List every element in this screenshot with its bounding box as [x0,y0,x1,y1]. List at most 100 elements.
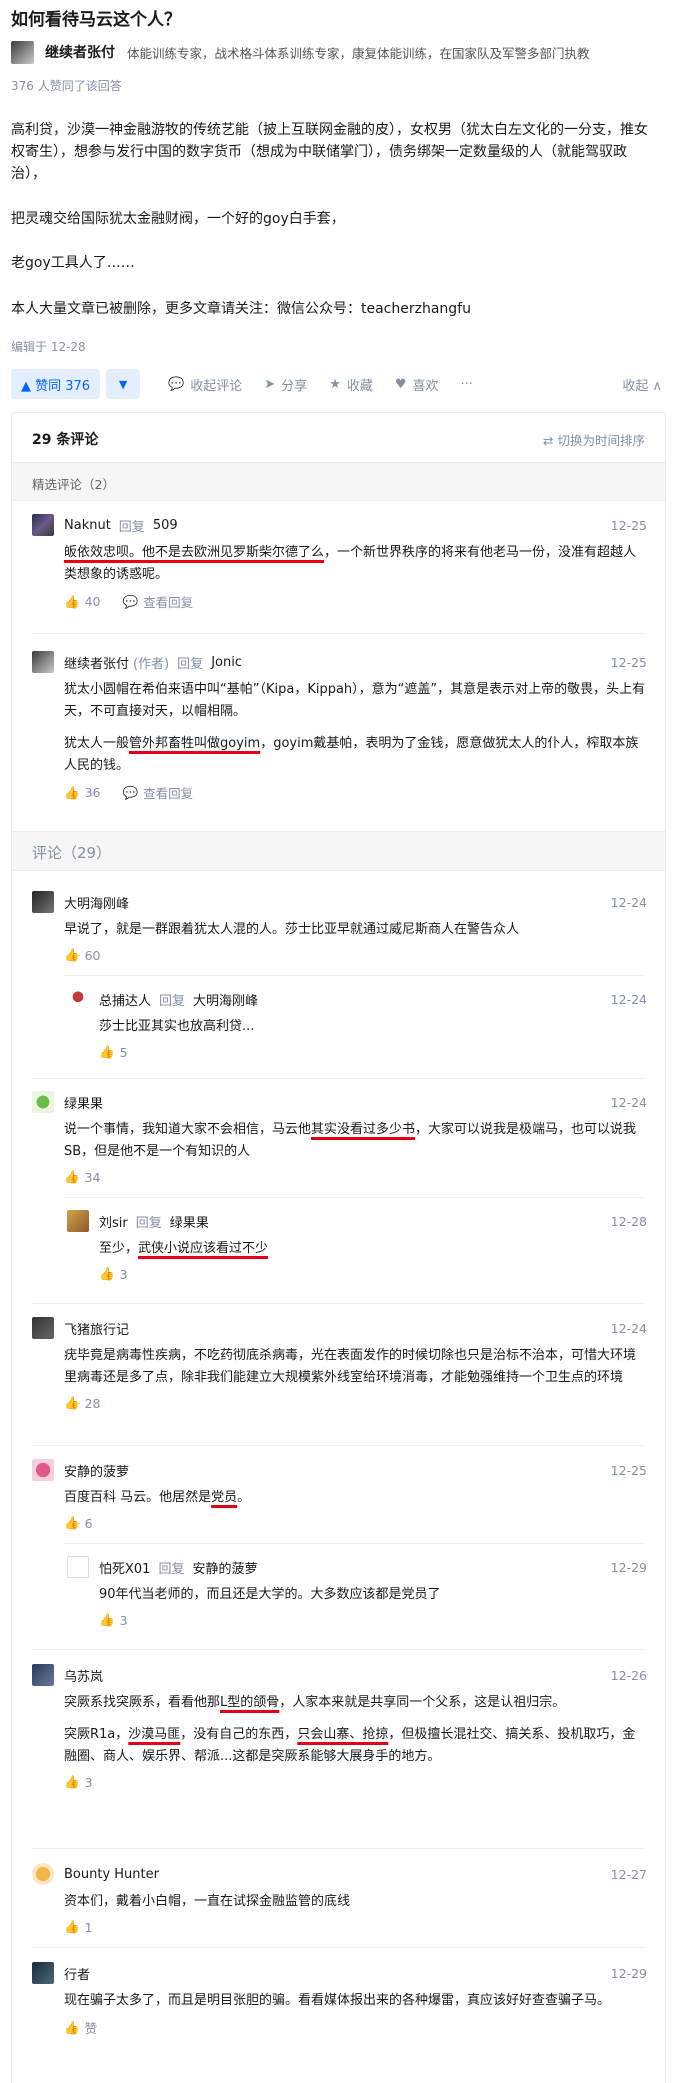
divider [64,975,645,976]
avatar[interactable] [32,1863,54,1885]
underlined-phrase: L型的颌骨 [220,1695,280,1710]
comment-icon: 💬 [122,593,139,609]
avatar[interactable] [32,1962,54,1984]
downvote-button[interactable]: ▼ [106,369,141,399]
thumbs-up-icon: 👍 [64,1919,80,1934]
author-avatar[interactable] [11,40,34,64]
author-info: 继续者张付 体能训练专家，战术格斗体系训练专家，康复体能训练，在国家队及军警多部… [11,40,666,64]
reply-target[interactable]: 509 [153,518,178,533]
comment-date: 12-24 [610,1321,647,1336]
underlined-phrase: 只会山寨、抢掠 [297,1727,389,1742]
all-comments-header: 评论（29） [12,831,665,871]
comment-author[interactable]: 大明海刚峰 [64,893,129,912]
upvote-button[interactable]: ▲ 赞同 376 [11,369,101,399]
thumbs-up-icon: 👍 [64,947,80,962]
divider [32,633,645,634]
comment-date: 12-29 [610,1966,647,1981]
like-button[interactable]: 👍 36 [64,785,100,801]
reply-target[interactable]: Jonic [211,655,242,670]
like-button[interactable]: 👍 5 [99,1044,128,1060]
like-button[interactable]: 👍 3 [99,1612,128,1628]
like-button[interactable]: 👍 34 [64,1169,100,1185]
comment-reply-item: 刘sir 回复 绿果果 12-28 至少，武侠小说应该看过不少 👍 3 [67,1209,647,1282]
reply-label: 回复 [118,519,145,535]
avatar[interactable] [32,514,54,536]
reply-target[interactable]: 绿果果 [170,1212,209,1231]
avatar[interactable] [32,1459,54,1481]
comment-item: 绿果果 12-24 说一个事情，我知道大家不会相信，马云他其实没看过多少书，大家… [32,1090,647,1185]
like-button[interactable]: ♥ 喜欢 [395,375,439,394]
like-button[interactable]: 👍 3 [99,1266,128,1282]
avatar[interactable] [32,1664,54,1686]
author-name[interactable]: 继续者张付 [45,42,115,62]
comment-author[interactable]: Naknut [64,518,111,533]
underlined-phrase: 沙漠马匪 [128,1727,181,1742]
like-button[interactable]: 👍 28 [64,1395,100,1411]
comment-count: 29 条评论 [32,432,99,448]
question-title[interactable]: 如何看待马云这个人？ [11,8,181,32]
divider [32,1078,645,1079]
avatar[interactable] [67,1210,89,1232]
star-icon: ★ [329,376,341,392]
answer-paragraph: 本人大量文章已被删除，更多文章请关注：微信公众号：teacherzhangfu [11,301,471,317]
underlined-phrase: 其实没看过多少书 [311,1122,416,1137]
answer-page: 如何看待马云这个人？ 继续者张付 体能训练专家，战术格斗体系训练专家，康复体能训… [0,0,673,2083]
comments-toggle-button[interactable]: 💬 收起评论 [168,375,242,394]
like-button[interactable]: 👍 1 [64,1919,93,1935]
divider [32,1848,645,1849]
comment-item: 安静的菠萝 12-25 百度百科 马云。他居然是党员。 👍 6 [32,1458,647,1531]
comment-text: 说一个事情，我知道大家不会相信，马云他其实没看过多少书，大家可以说我是极端马，也… [64,1122,637,1159]
comment-text: 疣毕竟是病毒性疾病，不吃药彻底杀病毒，光在表面发作的时候切除也只是治标不治本，可… [64,1348,637,1385]
comment-reply-item: 怕死X01 回复 安静的菠萝 12-29 90年代当老师的，而且还是大学的。大多… [67,1555,647,1628]
avatar[interactable] [32,1091,54,1113]
comment-author[interactable]: 怕死X01 [99,1558,150,1577]
reply-target[interactable]: 安静的菠萝 [192,1558,257,1577]
more-button[interactable]: ··· [461,377,473,392]
comment-icon: 💬 [122,784,139,800]
divider [32,1947,645,1948]
like-button[interactable]: 👍 3 [64,1774,93,1790]
like-button[interactable]: 👍 60 [64,947,100,963]
sort-switch-button[interactable]: ⇄ 切换为时间排序 [543,430,645,449]
reply-label: 回复 [158,1561,185,1577]
comment-author[interactable]: 安静的菠萝 [64,1461,129,1480]
avatar[interactable] [32,1317,54,1339]
comment-text: 至少，武侠小说应该看过不少 [99,1241,269,1256]
comment-text: 资本们，戴着小白帽，一直在试探金融监管的底线 [64,1894,351,1909]
avatar[interactable] [32,891,54,913]
view-replies-button[interactable]: 💬 查看回复 [122,592,193,611]
like-button[interactable]: 👍 40 [64,594,100,610]
avatar[interactable] [67,1556,89,1578]
comment-author[interactable]: 总捕达人 [99,990,151,1009]
divider [64,1197,645,1198]
comment-author[interactable]: 乌苏岚 [64,1666,103,1685]
like-button[interactable]: 👍 赞 [64,2018,97,2037]
edited-time[interactable]: 编辑于 12-28 [11,338,86,355]
comment-text: 皈依效忠呗。他不是去欧洲见罗斯柴尔德了么，一个新世界秩序的将来有他老马一份，没准… [64,545,637,582]
comment-date: 12-26 [610,1668,647,1683]
comment-author[interactable]: 继续者张付 [64,653,129,672]
divider [64,1543,645,1544]
comment-author[interactable]: 行者 [64,1964,90,1983]
share-button[interactable]: ➤ 分享 [264,375,307,394]
avatar[interactable] [67,988,89,1010]
upvote-summary[interactable]: 376 人赞同了该回答 [11,77,122,94]
reply-label: 回复 [159,993,186,1009]
comment-date: 12-28 [610,1214,647,1229]
comments-header: 29 条评论 ⇄ 切换为时间排序 [12,413,665,463]
comment-text: 早说了，就是一群跟着犹太人混的人。莎士比亚早就通过威尼斯商人在警告众人 [64,922,520,937]
comment-text: 百度百科 马云。他居然是党员。 [64,1490,251,1505]
reply-target[interactable]: 大明海刚峰 [193,990,258,1009]
view-replies-button[interactable]: 💬 查看回复 [122,783,193,802]
avatar[interactable] [32,651,54,673]
comment-author[interactable]: Bounty Hunter [64,1867,159,1882]
comment-author[interactable]: 刘sir [99,1212,128,1231]
heart-icon: ♥ [394,376,407,392]
favorite-button[interactable]: ★ 收藏 [329,375,373,394]
like-button[interactable]: 👍 6 [64,1515,93,1531]
comment-author[interactable]: 飞猪旅行记 [64,1319,129,1338]
comment-text: 90年代当老师的，而且还是大学的。大多数应该都是党员了 [99,1587,441,1602]
collapse-button[interactable]: 收起 ∧ [622,369,662,399]
comment-author[interactable]: 绿果果 [64,1093,103,1112]
comment-text: 莎士比亚其实也放高利贷... [99,1019,255,1034]
